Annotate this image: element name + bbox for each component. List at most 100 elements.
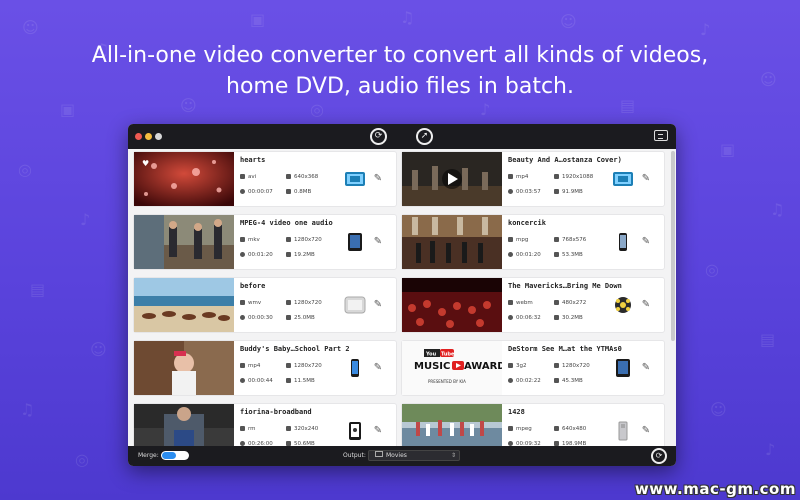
file-format: mp4 [240,363,260,369]
file-format: mpg [508,237,528,243]
video-thumbnail[interactable] [402,152,502,206]
film-icon [508,237,513,242]
file-size: 30.2MB [554,315,583,321]
film-icon [240,174,245,179]
film-icon [508,174,513,179]
file-size: 91.9MB [554,189,583,195]
file-duration: 00:00:30 [240,315,273,321]
edit-pencil-icon[interactable]: ✎ [640,173,652,185]
edit-pencil-icon[interactable]: ✎ [640,425,652,437]
film-icon [508,426,513,431]
video-thumbnail[interactable] [402,215,502,269]
video-thumbnail[interactable] [134,215,234,269]
file-card[interactable]: before wmv 1280x720 00:00:30 25.0MB ✎ [134,278,396,332]
apple-tv-icon[interactable] [344,295,366,315]
tablet-icon[interactable] [344,421,366,441]
edit-pencil-icon[interactable]: ✎ [640,362,652,374]
edit-pencil-icon[interactable]: ✎ [372,299,384,311]
file-size: 11.5MB [286,378,315,384]
edit-pencil-icon[interactable]: ✎ [372,173,384,185]
edit-pencil-icon[interactable]: ✎ [640,299,652,311]
title-bar: ⟳ ➚ [128,124,676,149]
video-format-icon[interactable] [612,169,634,189]
file-resolution: 1280x720 [286,237,322,243]
file-card[interactable]: MPEG-4 video one audio mkv 1280x720 00:01:2… [134,215,396,269]
clock-icon [508,189,513,194]
file-title: Beauty And A…ostanza Cover) [508,156,622,164]
mac-pro-icon[interactable] [612,421,634,441]
phone-icon[interactable] [344,358,366,378]
edit-pencil-icon[interactable]: ✎ [372,236,384,248]
file-format: mpeg [508,426,532,432]
ipad-icon[interactable] [344,232,366,252]
merge-toggle[interactable] [161,451,189,460]
file-title: koncercik [508,219,546,227]
download-icon [286,378,291,383]
file-size: 53.3MB [554,252,583,258]
file-resolution: 480x272 [554,300,586,306]
file-duration: 00:00:44 [240,378,273,384]
file-title: before [240,282,266,290]
file-resolution: 320x240 [286,426,318,432]
clock-icon [240,252,245,257]
resolution-icon [554,363,559,368]
minimize-window-button[interactable] [145,133,152,140]
watermark: www.mac-gm.com [634,480,796,498]
edit-pencil-icon[interactable]: ✎ [372,425,384,437]
file-list: ♥ hearts avi 640x368 00:00:07 0.8MB ✎ Beauty An… [128,149,668,458]
file-title: The Mavericks…Bring Me Down [508,282,622,290]
folder-icon [375,451,383,457]
video-format-icon[interactable] [344,169,366,189]
file-duration: 00:03:57 [508,189,541,195]
file-resolution: 1920x1088 [554,174,593,180]
file-title: fiorina-broadband [240,408,312,416]
file-duration: 00:06:32 [508,315,541,321]
file-format: rm [240,426,256,432]
scrollbar[interactable] [671,151,675,341]
media-browser-icon[interactable] [654,130,668,141]
file-duration: 00:02:22 [508,378,541,384]
file-size: 0.8MB [286,189,311,195]
edit-pencil-icon[interactable]: ✎ [640,236,652,248]
share-icon[interactable]: ➚ [416,128,433,145]
file-card[interactable]: Beauty And A…ostanza Cover) mp4 1920x1088 0… [402,152,664,206]
file-title: hearts [240,156,266,164]
convert-button[interactable]: ⟳ [651,448,667,464]
file-card[interactable]: ♥ hearts avi 640x368 00:00:07 0.8MB ✎ [134,152,396,206]
file-duration: 00:01:20 [240,252,273,258]
file-card[interactable]: koncercik mpg 768x576 00:01:20 53.3MB ✎ [402,215,664,269]
thumb-awards: AWARDS [464,361,502,372]
video-thumbnail[interactable]: ♥ [134,152,234,206]
film-icon [240,237,245,242]
edit-pencil-icon[interactable]: ✎ [372,362,384,374]
video-thumbnail[interactable] [134,278,234,332]
iphone-icon[interactable] [612,232,634,252]
file-title: Buddy's Baby…School Part 2 [240,345,350,353]
ipad-icon[interactable] [612,358,634,378]
film-icon [240,363,245,368]
resolution-icon [554,426,559,431]
download-icon [554,252,559,257]
headline-line-2: home DVD, audio files in batch. [226,74,574,99]
zoom-window-button[interactable] [155,133,162,140]
file-card[interactable]: You Tube MUSIC AWARDS PRESENTED BY KIA DeStor… [402,341,664,395]
headline: All-in-one video converter to convert al… [0,40,800,102]
close-window-button[interactable] [135,133,142,140]
svg-text:♥: ♥ [142,159,149,168]
file-title: MPEG-4 video one audio [240,219,333,227]
file-resolution: 1280x720 [554,363,590,369]
video-thumbnail[interactable] [402,278,502,332]
resolution-icon [554,300,559,305]
file-card[interactable]: The Mavericks…Bring Me Down webm 480x272 00… [402,278,664,332]
file-format: mkv [240,237,260,243]
thumb-presented: PRESENTED BY KIA [428,379,466,384]
resolution-icon [286,174,291,179]
file-card[interactable]: Buddy's Baby…School Part 2 mp4 1280x720 00:… [134,341,396,395]
film-reel-icon[interactable] [612,295,634,315]
video-thumbnail[interactable] [134,341,234,395]
output-select[interactable]: Movies ⇕ [368,450,460,461]
merge-label: Merge: [138,452,159,459]
convert-icon[interactable]: ⟳ [370,128,387,145]
video-thumbnail[interactable]: You Tube MUSIC AWARDS PRESENTED BY KIA [402,341,502,395]
clock-icon [508,252,513,257]
